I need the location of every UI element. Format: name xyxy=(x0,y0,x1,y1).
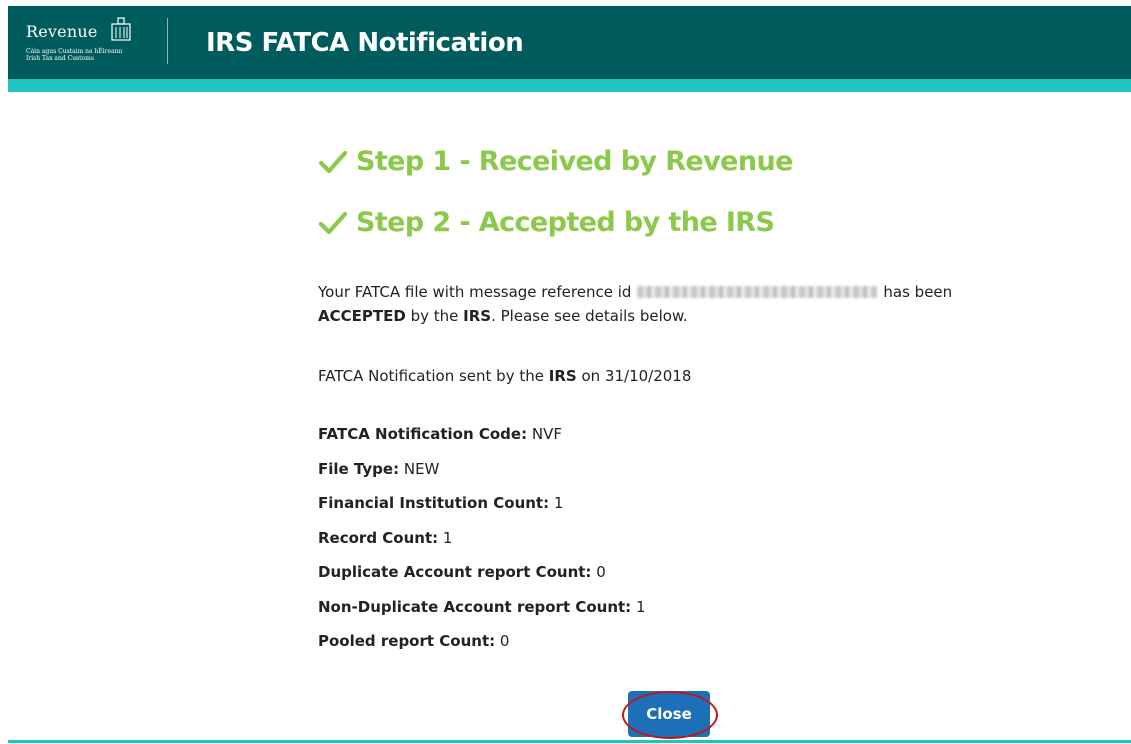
page-title: IRS FATCA Notification xyxy=(206,28,524,58)
sent-date: 31/10/2018 xyxy=(604,367,692,385)
notification-sent-line: FATCA Notification sent by the IRS on 31… xyxy=(318,364,691,388)
detail-duplicate-count: Duplicate Account report Count: 0 xyxy=(318,560,646,595)
detail-record-count: Record Count: 1 xyxy=(318,526,646,561)
step-2-label: Step 2 - Accepted by the IRS xyxy=(356,207,775,238)
detail-label: Record Count: xyxy=(318,528,439,547)
detail-value: NVF xyxy=(531,425,562,443)
detail-pooled-count: Pooled report Count: 0 xyxy=(318,629,646,664)
message-text-3: . Please see details below. xyxy=(491,307,688,325)
detail-label: File Type: xyxy=(318,459,400,478)
detail-value: 1 xyxy=(635,597,646,616)
detail-value: 1 xyxy=(553,494,564,512)
accepted-status: ACCEPTED xyxy=(318,307,406,325)
notification-details: FATCA Notification Code: NVF File Type: … xyxy=(318,422,646,664)
detail-label: Financial Institution Count: xyxy=(318,494,550,512)
sent-prefix: FATCA Notification sent by the xyxy=(318,367,544,385)
redacted-reference-id xyxy=(637,285,878,298)
header-divider xyxy=(167,18,168,64)
message-irs: IRS xyxy=(463,307,492,325)
message-text-2: has been xyxy=(883,283,953,301)
harp-icon xyxy=(111,17,131,41)
logo-wordmark: Revenue xyxy=(26,22,98,41)
step-2-status: Step 2 - Accepted by the IRS xyxy=(318,207,775,238)
detail-label: Pooled report Count: xyxy=(318,632,496,650)
logo-subtitle-line-2: Irish Tax and Customs xyxy=(26,55,94,62)
header-accent-bar xyxy=(8,79,1131,92)
step-1-label: Step 1 - Received by Revenue xyxy=(356,146,793,177)
logo-subtitle: Cáin agus Custaim na hÉireann Irish Tax … xyxy=(26,48,122,62)
close-button-area: Close xyxy=(622,689,718,739)
message-text-by: by the xyxy=(410,307,459,325)
checkmark-icon xyxy=(318,211,348,234)
detail-value: 0 xyxy=(499,632,510,650)
step-1-status: Step 1 - Received by Revenue xyxy=(318,146,793,177)
sent-irs: IRS xyxy=(548,367,577,385)
detail-label: Non-Duplicate Account report Count: xyxy=(318,597,632,616)
detail-label: FATCA Notification Code: xyxy=(318,425,528,443)
revenue-logo: Revenue Cáin agus Custaim na hÉireann Ir… xyxy=(26,16,146,68)
detail-value: 1 xyxy=(442,528,453,547)
detail-file-type: File Type: NEW xyxy=(318,457,646,492)
detail-value: NEW xyxy=(403,459,440,478)
sent-on: on xyxy=(581,367,601,385)
bottom-accent-line xyxy=(8,740,1131,743)
app-header xyxy=(8,6,1131,79)
close-button[interactable]: Close xyxy=(628,691,710,737)
message-text-1: Your FATCA file with message reference i… xyxy=(318,283,632,301)
detail-value: 0 xyxy=(596,563,606,581)
logo-subtitle-line-1: Cáin agus Custaim na hÉireann xyxy=(26,48,123,55)
acceptance-message: Your FATCA file with message reference i… xyxy=(318,280,952,328)
checkmark-icon xyxy=(318,150,348,173)
detail-notification-code: FATCA Notification Code: NVF xyxy=(318,422,646,457)
detail-fi-count: Financial Institution Count: 1 xyxy=(318,491,646,526)
detail-label: Duplicate Account report Count: xyxy=(318,563,592,581)
detail-non-duplicate-count: Non-Duplicate Account report Count: 1 xyxy=(318,595,646,630)
